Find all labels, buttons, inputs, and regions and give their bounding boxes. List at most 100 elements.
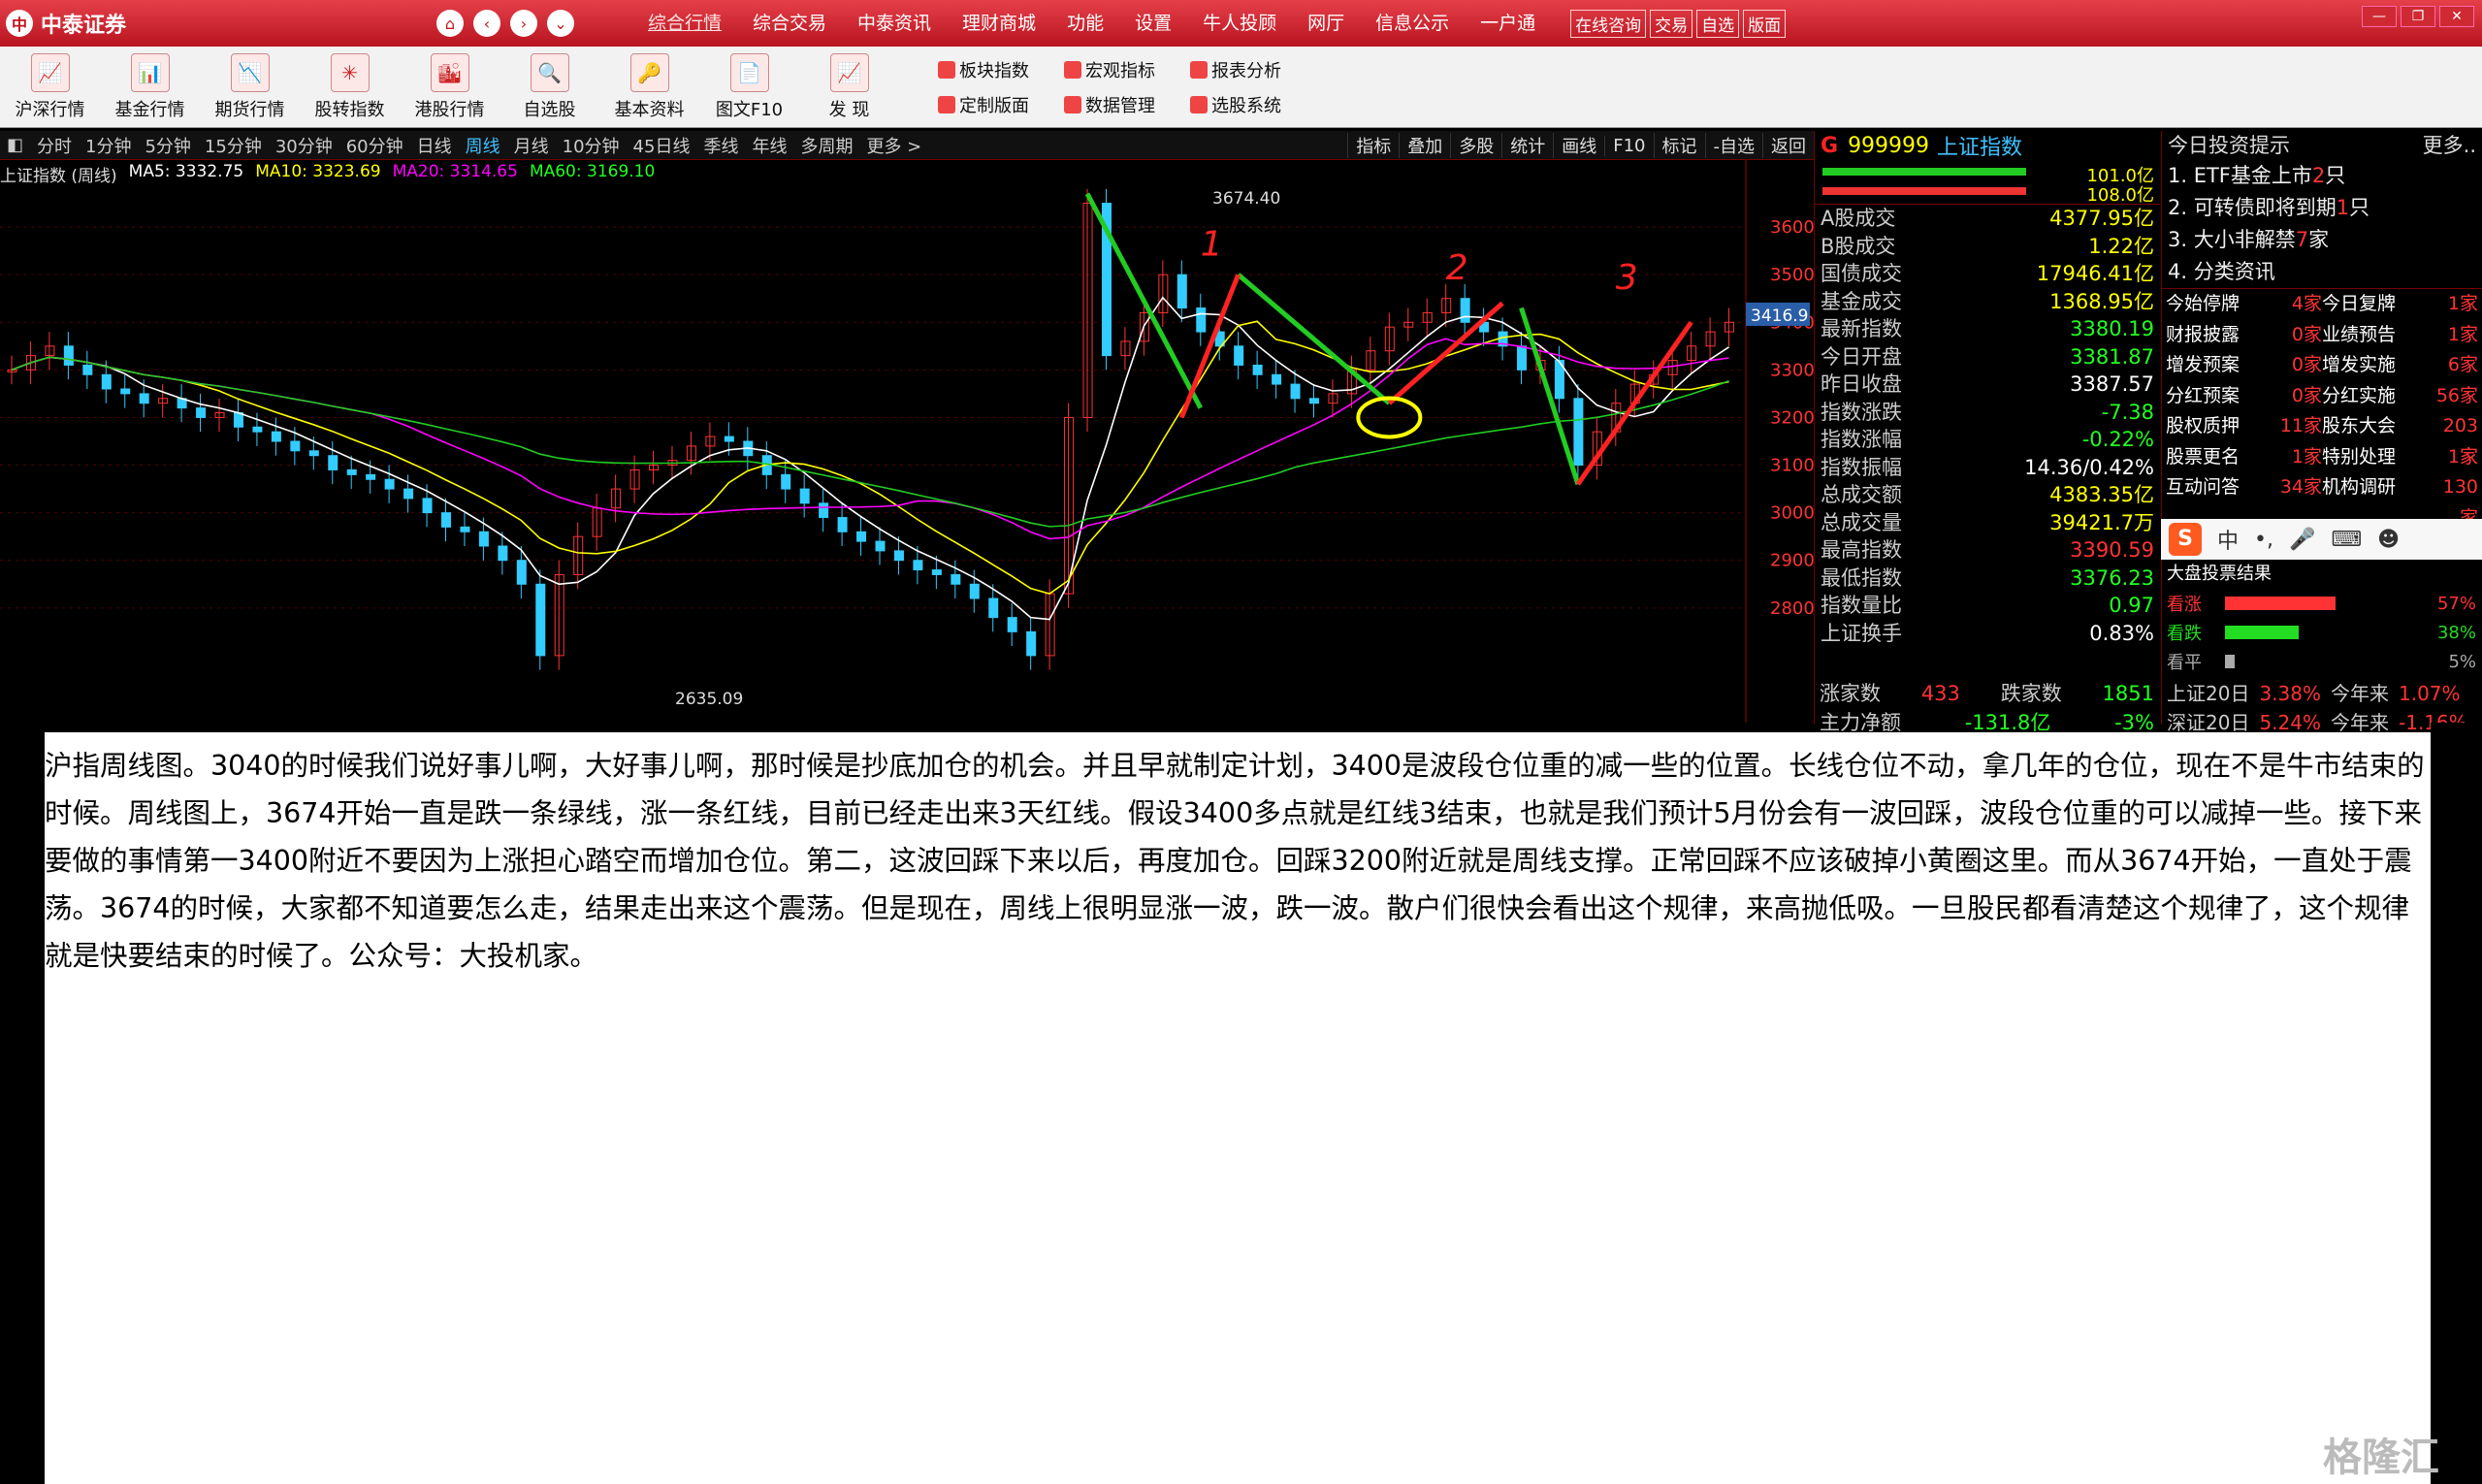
ime-mode-icon[interactable]: 中 (2217, 524, 2239, 555)
toolbar-group-item[interactable]: 宏观指标 (1064, 57, 1190, 82)
news-item[interactable]: 3. 大小非解禁7家 (2162, 224, 2482, 256)
menu-item[interactable]: 一户通 (1465, 0, 1551, 47)
period-tab[interactable]: 45日线 (627, 133, 697, 158)
info-row[interactable]: 今始停牌 4家 今日复牌 1家 (2162, 289, 2482, 320)
toolbar-group-item[interactable]: 板块指数 (938, 57, 1064, 82)
toolbar-button[interactable]: 📊 基金行情 (100, 52, 200, 121)
toolbar-button[interactable]: 🏙 港股行情 (400, 52, 500, 121)
menu-item[interactable]: 综合行情 (632, 0, 737, 47)
panel-toggle-icon[interactable]: ◧ (0, 135, 30, 155)
candle-body (498, 545, 508, 562)
menu-item[interactable]: 信息公示 (1360, 0, 1465, 47)
dropdown-icon[interactable]: ⌄ (547, 10, 574, 37)
home-icon[interactable]: ⌂ (436, 10, 464, 37)
news-item[interactable]: 2. 可转债即将到期1只 (2162, 192, 2482, 224)
mic-icon[interactable]: 🎤 (2289, 528, 2315, 552)
info-count: 130家 (2442, 476, 2478, 529)
candlestick-chart[interactable]: 3600350034003300320031003000290028003416… (0, 160, 1814, 723)
period-tab[interactable]: 5分钟 (138, 133, 197, 158)
top-button[interactable]: 在线咨询 (1570, 9, 1647, 38)
info-row[interactable]: 股权质押 11家 股东大会 203家 (2162, 411, 2482, 468)
info-row[interactable]: 分红预案 0家 分红实施 56家 (2162, 381, 2482, 412)
toolbar-button[interactable]: 📄 图文F10 (699, 52, 799, 121)
menu-item[interactable]: 理财商城 (947, 0, 1051, 47)
news-item[interactable]: 1. ETF基金上市2只 (2162, 160, 2482, 192)
menu-item[interactable]: 功能 (1051, 0, 1119, 47)
menu-item[interactable]: 综合交易 (737, 0, 842, 47)
news-text: 3. 大小非解禁 (2168, 228, 2296, 251)
toolbar-group-item[interactable]: 定制版面 (938, 92, 1064, 117)
toolbar: 📈 沪深行情 📊 基金行情 📉 期货行情 ✳ 股转指数 🏙 港股行情 🔍 自选股 🔑 基本资料 📄 图文F10… (0, 47, 2482, 128)
period-tab[interactable]: 60分钟 (339, 133, 410, 158)
stat-row: B股成交 1.22亿 (1815, 233, 2160, 261)
toolbar-group-icon (938, 95, 955, 113)
news-item[interactable]: 4. 分类资讯 (2162, 256, 2482, 288)
ma10-label: MA10: 3323.69 (255, 162, 381, 181)
period-tab[interactable]: 季线 (696, 133, 745, 158)
stat-row: 今日开盘 3381.87 (1815, 343, 2160, 371)
top-button[interactable]: 版面 (1743, 9, 1787, 38)
period-tab[interactable]: 10分钟 (556, 133, 627, 158)
toolbar-button[interactable]: ✳ 股转指数 (300, 52, 400, 121)
period-tab[interactable]: 年线 (745, 133, 793, 158)
toolbar-button[interactable]: 📈 沪深行情 (0, 52, 100, 121)
top-button[interactable]: 交易 (1650, 9, 1693, 38)
toolbar-group-item[interactable]: 报表分析 (1190, 57, 1316, 82)
info-count: 0家 (2291, 384, 2322, 406)
period-tab[interactable]: 1分钟 (79, 133, 138, 158)
close-icon[interactable]: ✕ (2439, 6, 2474, 27)
info-row[interactable]: 互动问答 34家 机构调研 130家 (2162, 472, 2482, 529)
candle-body (1460, 298, 1470, 323)
info-row[interactable]: 增发预案 0家 增发实施 6家 (2162, 350, 2482, 381)
punct-icon[interactable]: •, (2254, 528, 2273, 552)
info-label: 特别处理 (2322, 445, 2397, 468)
candle-body (799, 488, 810, 504)
menu-item[interactable]: 牛人投顾 (1187, 0, 1292, 47)
sogou-icon[interactable]: S (2169, 523, 2202, 556)
candle-body (1517, 345, 1528, 371)
period-tab[interactable]: 多周期 (793, 133, 859, 158)
toolbar-group-item[interactable]: 数据管理 (1064, 92, 1190, 117)
info-count: 203家 (2442, 415, 2478, 468)
info-row[interactable]: 股票更名 1家 特别处理 1家 (2162, 442, 2482, 473)
menu-item[interactable]: 网厅 (1292, 0, 1360, 47)
chart-tool-button[interactable]: 统计 (1501, 133, 1553, 158)
period-tab[interactable]: 日线 (410, 133, 459, 158)
minimize-icon[interactable]: — (2362, 6, 2397, 27)
chart-tool-button[interactable]: 指标 (1347, 133, 1399, 158)
period-tab[interactable]: 周线 (459, 133, 507, 158)
chart-tool-button[interactable]: 叠加 (1399, 133, 1450, 158)
period-tab[interactable]: 15分钟 (198, 133, 269, 158)
toolbar-button[interactable]: 🔍 自选股 (500, 52, 599, 121)
back-icon[interactable]: ‹ (473, 10, 500, 37)
menu-item[interactable]: 设置 (1119, 0, 1187, 47)
info-count: 0家 (2291, 323, 2322, 345)
stat-value: 4377.95亿 (2049, 207, 2154, 230)
info-row[interactable]: 财报披露 0家 业绩预告 1家 (2162, 320, 2482, 351)
toolbar-button[interactable]: 🔑 基本资料 (599, 52, 699, 121)
chart-tool-button[interactable]: 标记 (1653, 133, 1705, 158)
chart-tool-button[interactable]: F10 (1604, 135, 1653, 156)
forward-icon[interactable]: › (510, 10, 537, 37)
restore-icon[interactable]: ❐ (2401, 6, 2435, 27)
news-unit: 只 (2349, 196, 2370, 219)
chart-tool-button[interactable]: 返回 (1762, 133, 1814, 158)
low-annotation: 2635.09 (675, 690, 743, 709)
chart-tool-button[interactable]: 多股 (1450, 133, 1501, 158)
menu-item[interactable]: 中泰资讯 (842, 0, 947, 47)
top-button[interactable]: 自选 (1696, 9, 1740, 38)
chart-tool-button[interactable]: -自选 (1704, 133, 1763, 158)
toolbar-button[interactable]: 📉 期货行情 (200, 52, 300, 121)
toolbar-button[interactable]: 📈 发 现 (799, 52, 899, 121)
period-tab[interactable]: 月线 (507, 133, 556, 158)
period-tab[interactable]: 更多 > (859, 133, 928, 158)
info-label: 增发实施 (2322, 354, 2397, 375)
skin-icon[interactable]: ☻ (2377, 528, 2400, 552)
period-tab[interactable]: 分时 (30, 133, 79, 158)
keyboard-icon[interactable]: ⌨ (2331, 528, 2362, 552)
period-tab[interactable]: 30分钟 (269, 133, 339, 158)
news-more-link[interactable]: 更多.. (2423, 131, 2476, 160)
chart-tool-button[interactable]: 画线 (1553, 133, 1604, 158)
toolbar-group-item[interactable]: 选股系统 (1190, 92, 1316, 117)
stat-value: 3390.59 (2070, 538, 2154, 562)
